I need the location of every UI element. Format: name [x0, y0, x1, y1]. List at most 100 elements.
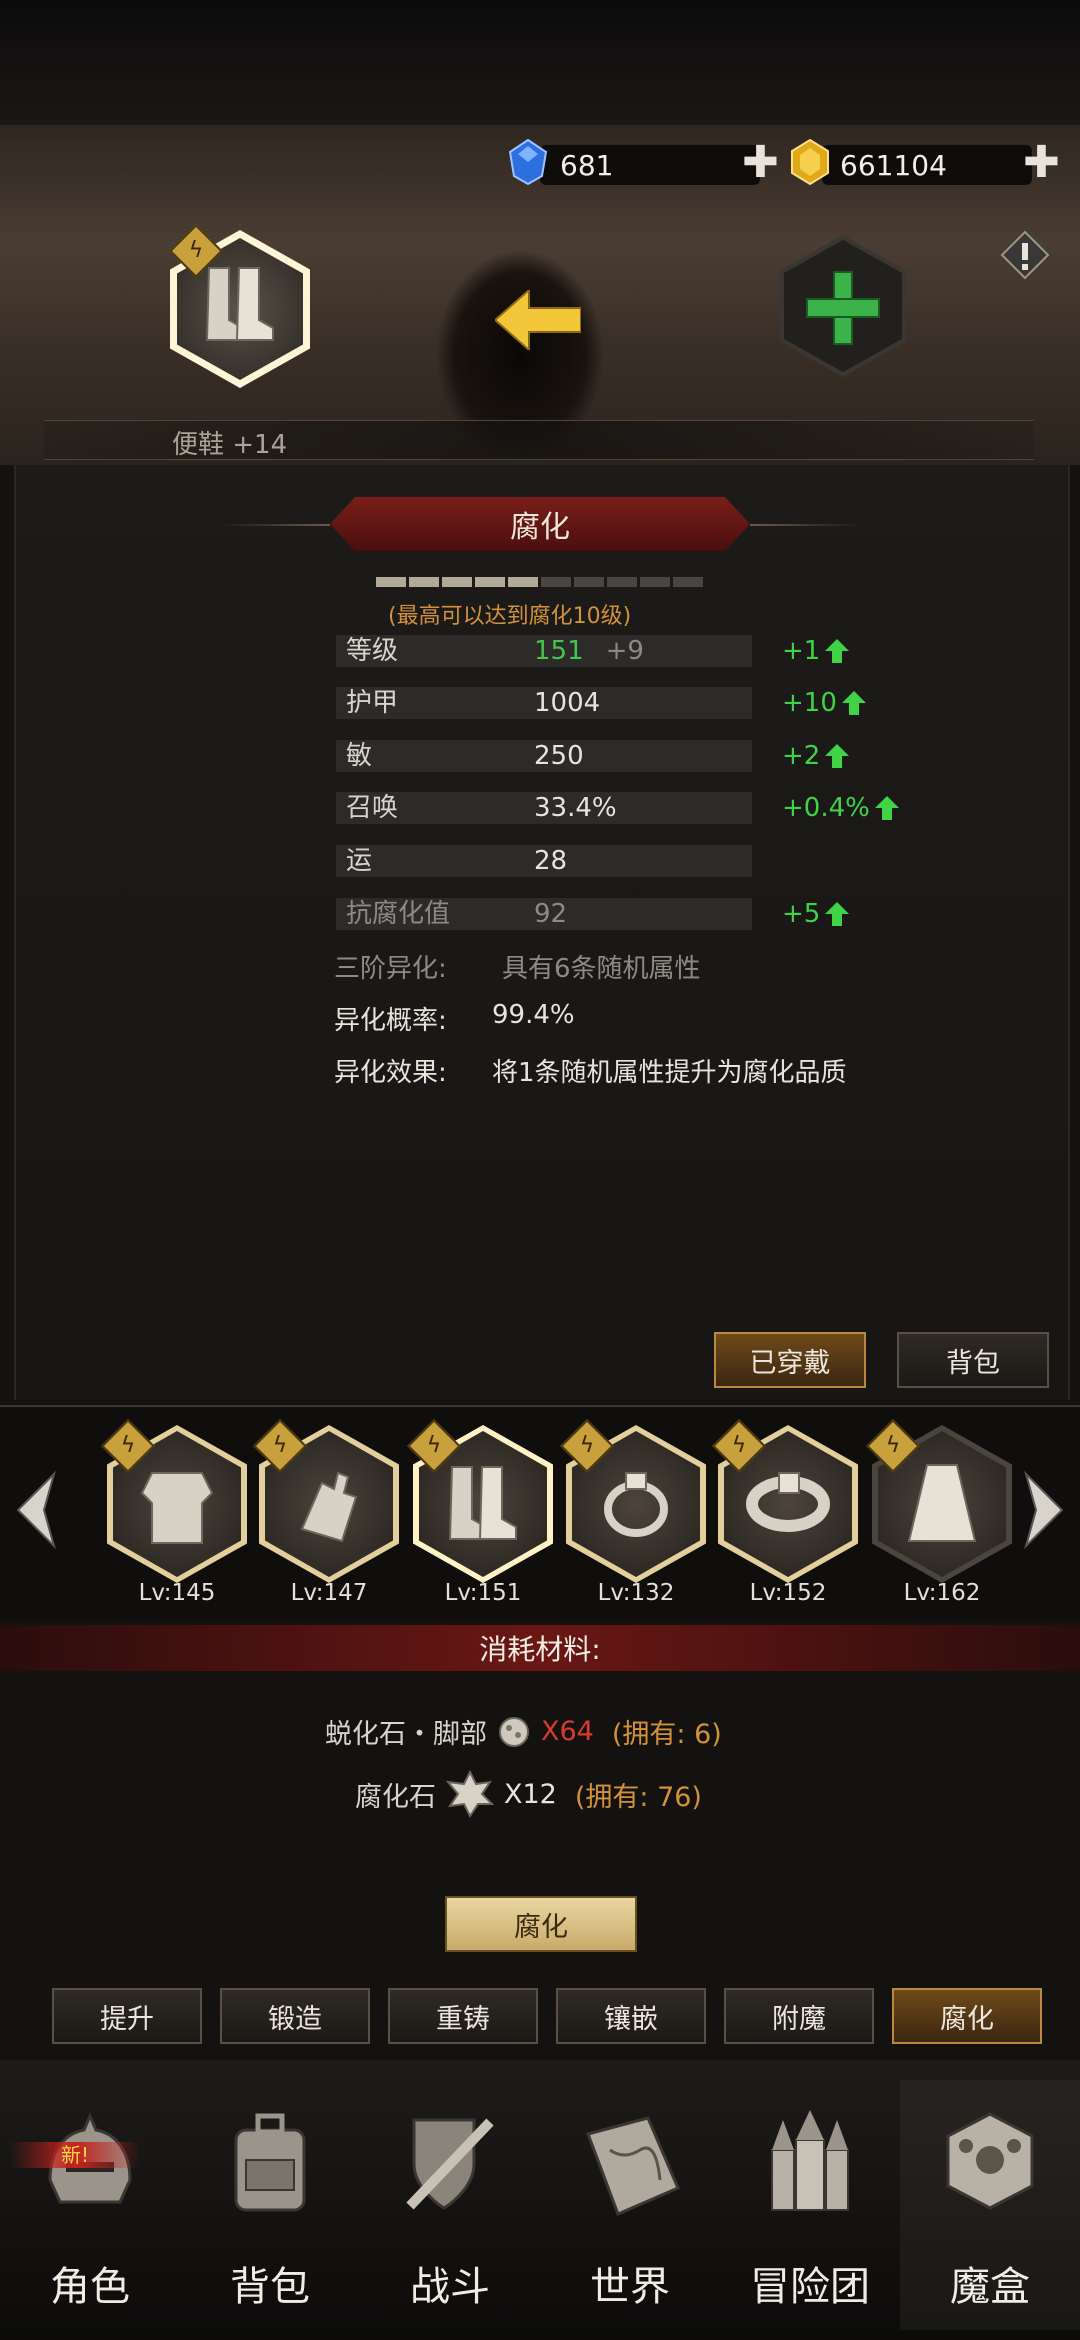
max-level-note: (最高可以达到腐化10级)	[388, 604, 632, 629]
equipment-slot[interactable]: ϟ	[560, 1419, 706, 1585]
tab-button[interactable]: 镶嵌	[556, 1988, 706, 2044]
green-plus-icon[interactable]	[803, 268, 883, 348]
bag-button[interactable]: 背包	[897, 1332, 1049, 1388]
stat-increase-value: +2	[782, 741, 821, 771]
mutation-tier-desc: 具有6条随机属性	[502, 954, 701, 984]
tab-label: 腐化	[940, 2003, 994, 2035]
shield-sword-icon	[406, 2118, 494, 2210]
ring-icon	[604, 1472, 668, 1537]
mutation-tier-label: 三阶异化:	[334, 954, 447, 984]
stat-value-cell: 33.4%	[510, 792, 752, 824]
stat-value-cell: 1004	[510, 687, 752, 719]
material-name: 腐化石	[355, 1781, 436, 1813]
nav-item[interactable]: 战斗	[360, 2080, 540, 2330]
material-name: 蜕化石・脚部	[325, 1719, 487, 1750]
equipped-button[interactable]: 已穿戴	[714, 1332, 866, 1388]
progress-segment	[673, 577, 703, 587]
material-row-1: 蜕化石・脚部 X64 (拥有: 6)	[325, 1712, 722, 1751]
equipment-level: Lv:162	[903, 1580, 981, 1606]
equipment-level: Lv:147	[290, 1580, 368, 1606]
gold-count: 661104	[840, 148, 947, 182]
nav-label: 魔盒	[950, 2264, 1030, 2310]
nav-label: 冒险团	[750, 2264, 870, 2310]
nav-item[interactable]: 背包	[180, 2080, 360, 2330]
boots-icon	[448, 1466, 517, 1540]
castle-icon	[771, 2110, 849, 2211]
corruption-stone-icon	[446, 1770, 494, 1818]
tab-label: 锻造	[268, 2003, 322, 2035]
progress-segment	[607, 577, 637, 587]
progress-segment	[541, 577, 571, 587]
add-gems-button[interactable]: ✚	[742, 141, 779, 185]
mutation-chance-label: 异化概率:	[334, 1006, 447, 1036]
mutation-effect-value: 将1条随机属性提升为腐化品质	[492, 1058, 847, 1088]
equipped-button-label: 已穿戴	[749, 1347, 831, 1379]
green-up-arrow-icon	[825, 744, 850, 768]
equipment-slot[interactable]: ϟ	[712, 1419, 858, 1585]
stat-label: 召唤	[336, 792, 510, 824]
progress-segment	[409, 577, 439, 587]
tab-button[interactable]: 提升	[52, 1988, 202, 2044]
blue-gem-icon	[508, 138, 548, 186]
corrupt-action-label: 腐化	[514, 1911, 568, 1943]
carousel-prev-icon[interactable]	[10, 1470, 60, 1550]
panel-title-banner: 腐化	[330, 497, 750, 551]
boots-icon	[205, 267, 274, 341]
gold-resource-pill: 661104	[822, 145, 1032, 185]
equipment-slot[interactable]: ϟ	[407, 1419, 553, 1585]
equipment-slot[interactable]: ϟ	[253, 1419, 399, 1585]
nav-item[interactable]: 世界	[540, 2080, 720, 2330]
nav-label: 角色	[50, 2264, 130, 2310]
progress-segment	[574, 577, 604, 587]
map-scroll-icon	[586, 2116, 680, 2217]
yellow-left-arrow-icon	[495, 290, 581, 350]
stat-increase-value: +1	[782, 636, 821, 666]
stat-bonus: +9	[605, 636, 644, 666]
add-gold-button[interactable]: ✚	[1023, 141, 1060, 185]
stat-label: 抗腐化值	[336, 898, 510, 930]
stat-increase-value: +0.4%	[782, 793, 870, 823]
stat-increase-value: +5	[782, 899, 821, 929]
exclamation-diamond-icon[interactable]	[1000, 230, 1050, 280]
corrupt-action-button[interactable]: 腐化	[445, 1896, 637, 1952]
carousel-next-icon[interactable]	[1020, 1470, 1070, 1550]
material-row-2: 腐化石 X12 (拥有: 76)	[355, 1770, 702, 1818]
material-owned: (拥有: 76)	[574, 1781, 702, 1813]
stat-label: 敏	[336, 740, 510, 772]
gauntlet-icon	[300, 1471, 358, 1543]
equipment-level: Lv:151	[444, 1580, 522, 1606]
materials-header: 消耗材料:	[0, 1625, 1080, 1671]
panel-title: 腐化	[510, 510, 570, 545]
progress-segment	[640, 577, 670, 587]
stat-label: 等级	[336, 635, 510, 667]
equipment-slot[interactable]: ϟ	[101, 1419, 247, 1585]
nav-item[interactable]: 魔盒	[900, 2080, 1080, 2330]
tab-button[interactable]: 附魔	[724, 1988, 874, 2044]
tab-label: 重铸	[436, 2003, 490, 2035]
tab-button[interactable]: 重铸	[388, 1988, 538, 2044]
stat-increase: +5	[782, 898, 850, 930]
material-qty: X64	[541, 1716, 594, 1747]
green-up-arrow-icon	[874, 796, 899, 820]
tab-label: 附魔	[772, 2003, 826, 2035]
material-owned: (拥有: 6)	[611, 1719, 722, 1750]
equipment-level: Lv:132	[597, 1580, 675, 1606]
item-name: 便鞋 +14	[172, 430, 288, 460]
tab-button[interactable]: 腐化	[892, 1988, 1042, 2044]
progress-segment	[442, 577, 472, 587]
new-badge: 新!	[10, 2142, 140, 2168]
tab-button[interactable]: 锻造	[220, 1988, 370, 2044]
armor-icon	[140, 1472, 214, 1544]
stat-value: 250	[534, 741, 584, 771]
magic-cube-icon	[946, 2112, 1034, 2210]
equipment-slot[interactable]: ϟ	[866, 1419, 1012, 1585]
nav-item[interactable]: 冒险团	[720, 2080, 900, 2330]
progress-segment	[475, 577, 505, 587]
tab-label: 提升	[100, 2003, 154, 2035]
stat-increase: +1	[782, 635, 850, 667]
nav-item[interactable]: 新! 角色	[0, 2080, 180, 2330]
stat-increase: +2	[782, 740, 850, 772]
tab-label: 镶嵌	[604, 2003, 658, 2035]
mutation-effect-label: 异化效果:	[334, 1058, 447, 1088]
stat-label: 护甲	[336, 687, 510, 719]
